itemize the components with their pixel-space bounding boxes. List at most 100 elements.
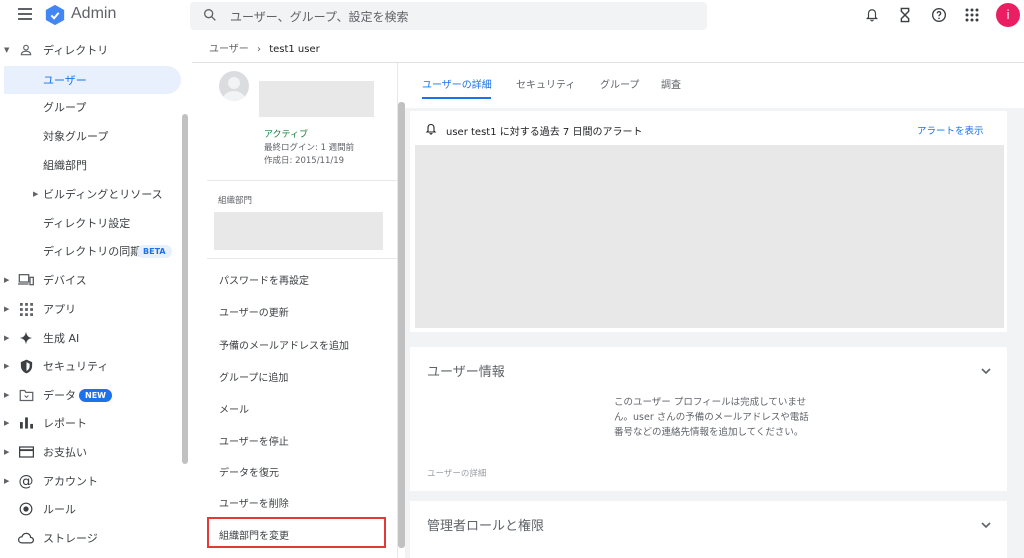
chevron-down-icon[interactable] — [980, 365, 992, 377]
account-avatar[interactable]: i — [996, 3, 1020, 27]
org-unit-redacted — [214, 212, 383, 250]
tab-investigate[interactable]: 調査 — [661, 76, 681, 91]
sparkle-icon — [18, 330, 34, 346]
admin-roles-title: 管理者ロールと権限 — [427, 519, 545, 534]
sidebar-item-label: レポート — [43, 417, 87, 430]
help-icon[interactable] — [930, 6, 948, 24]
sidebar-item-gen-ai[interactable]: ▶ 生成 AI — [0, 324, 182, 352]
sidebar-item-groups[interactable]: グループ — [0, 93, 182, 121]
sidebar-item-account[interactable]: ▶ @ アカウント — [0, 467, 182, 495]
user-avatar — [219, 71, 249, 101]
caret-right-icon: ▶ — [4, 477, 10, 485]
delete-user-button[interactable]: ユーザーを削除 — [219, 495, 289, 510]
tab-security[interactable]: セキュリティ — [516, 76, 575, 91]
app-title[interactable]: Admin — [71, 5, 116, 23]
sidebar-item-directory-sync[interactable]: ディレクトリの同期 BETA — [0, 237, 182, 265]
search-icon — [204, 9, 216, 21]
sidebar-item-users[interactable]: ユーザー — [4, 66, 181, 94]
caret-right-icon: ▶ — [4, 362, 10, 370]
user-info-card[interactable]: ユーザー情報 このユーザー プロフィールは完成していません。user さんの予備… — [410, 347, 1007, 491]
sidebar-item-billing[interactable]: ▶ お支払い — [0, 438, 182, 466]
admin-roles-card[interactable]: 管理者ロールと権限 — [410, 501, 1007, 558]
update-user-button[interactable]: ユーザーの更新 — [219, 304, 289, 319]
divider — [207, 180, 397, 181]
at-sign-icon: @ — [18, 472, 34, 490]
sidebar-item-label: グループ — [43, 101, 87, 114]
person-icon — [18, 42, 34, 58]
folder-icon — [18, 387, 34, 403]
change-org-unit-button[interactable]: 組織部門を変更 — [219, 527, 289, 542]
breadcrumb-current: test1 user — [269, 44, 320, 55]
user-summary-panel: アクティブ 最終ログイン: 1 週間前 作成日: 2015/11/19 組織部門… — [207, 63, 398, 558]
suspend-user-button[interactable]: ユーザーを停止 — [219, 433, 289, 448]
caret-right-icon: ▶ — [33, 190, 39, 198]
bar-chart-icon — [18, 415, 34, 431]
sidebar-item-label: セキュリティ — [43, 360, 109, 373]
caret-right-icon: ▶ — [4, 419, 10, 427]
sidebar-item-buildings[interactable]: ▶ ビルディングとリソース — [0, 180, 182, 208]
search-bar[interactable]: ユーザー、グループ、設定を検索 — [190, 2, 707, 30]
sidebar-item-label: ユーザー — [43, 74, 87, 87]
sidebar-item-directory-settings[interactable]: ディレクトリ設定 — [0, 209, 182, 237]
sidebar-item-label: ストレージ — [43, 532, 98, 545]
caret-right-icon: ▶ — [4, 276, 10, 284]
sidebar-item-label: ビルディングとリソース — [43, 188, 163, 201]
sidebar-item-org-units[interactable]: 組織部門 — [0, 151, 182, 179]
reset-password-button[interactable]: パスワードを再設定 — [219, 272, 309, 287]
sidebar-item-rules[interactable]: ルール — [0, 495, 182, 523]
sidebar-item-label: ディレクトリの同期 — [43, 245, 142, 258]
panel-scrollbar[interactable] — [398, 102, 405, 548]
search-input[interactable]: ユーザー、グループ、設定を検索 — [230, 8, 409, 25]
sidebar-item-label: データ — [43, 389, 76, 402]
sidebar-item-label: ディレクトリ設定 — [43, 217, 131, 230]
beta-badge: BETA — [137, 244, 172, 258]
chevron-down-icon[interactable] — [980, 519, 992, 531]
caret-down-icon: ▼ — [4, 46, 10, 54]
sidebar-item-target-groups[interactable]: 対象グループ — [0, 122, 182, 150]
user-details-content: ユーザーの詳細 セキュリティ グループ 調査 user test1 に対する過去… — [405, 63, 1024, 558]
cloud-icon — [18, 530, 34, 546]
view-alerts-link[interactable]: アラートを表示 — [917, 123, 984, 137]
sidebar-item-devices[interactable]: ▶ デバイス — [0, 266, 182, 294]
caret-right-icon: ▶ — [4, 305, 10, 313]
sidebar-item-label: ルール — [43, 503, 76, 516]
mail-button[interactable]: メール — [219, 401, 249, 416]
user-details-footer: ユーザーの詳細 — [427, 469, 487, 479]
tab-bar: ユーザーの詳細 セキュリティ グループ 調査 — [405, 63, 1024, 108]
sidebar-item-apps[interactable]: ▶ アプリ — [0, 295, 182, 323]
sidebar-item-security[interactable]: ▶ セキュリティ — [0, 352, 182, 380]
hourglass-icon[interactable] — [896, 6, 914, 24]
org-unit-label: 組織部門 — [218, 196, 253, 206]
sidebar-item-label: 生成 AI — [43, 332, 80, 345]
rules-icon — [18, 501, 34, 517]
credit-card-icon — [18, 444, 34, 460]
sidebar-item-storage[interactable]: ストレージ — [0, 524, 182, 552]
profile-incomplete-message: このユーザー プロフィールは完成していません。user さんの予備のメールアドレ… — [614, 397, 809, 438]
last-login: 最終ログイン: 1 週間前 — [264, 143, 355, 153]
restore-data-button[interactable]: データを復元 — [219, 464, 279, 479]
add-alt-email-button[interactable]: 予備のメールアドレスを追加 — [219, 337, 349, 352]
add-to-group-button[interactable]: グループに追加 — [219, 369, 288, 384]
sidebar-item-label: ディレクトリ — [43, 44, 109, 57]
sidebar-item-data[interactable]: ▶ データ NEW — [0, 381, 182, 409]
new-badge: NEW — [79, 388, 112, 402]
shield-icon — [18, 358, 34, 374]
sidebar-item-directory[interactable]: ▼ ディレクトリ — [0, 36, 182, 64]
sidebar-item-label: 組織部門 — [43, 159, 87, 172]
alerts-card: user test1 に対する過去 7 日間のアラート アラートを表示 — [410, 111, 1007, 332]
sidebar-item-label: デバイス — [43, 274, 87, 287]
main-menu-icon[interactable] — [18, 8, 32, 20]
caret-right-icon: ▶ — [4, 448, 10, 456]
created-date: 作成日: 2015/11/19 — [264, 156, 345, 166]
apps-grid-icon[interactable] — [963, 6, 981, 24]
breadcrumb-separator: › — [257, 44, 261, 55]
bell-icon[interactable] — [863, 6, 881, 24]
sidebar-scrollbar[interactable] — [182, 114, 188, 464]
admin-logo-icon — [45, 4, 65, 26]
breadcrumb-parent[interactable]: ユーザー — [209, 44, 249, 55]
sidebar-item-label: アカウント — [43, 475, 98, 488]
tab-user-details[interactable]: ユーザーの詳細 — [422, 76, 492, 91]
tab-groups[interactable]: グループ — [600, 76, 639, 91]
sidebar-item-label: 対象グループ — [43, 130, 109, 143]
sidebar-item-reports[interactable]: ▶ レポート — [0, 409, 182, 437]
